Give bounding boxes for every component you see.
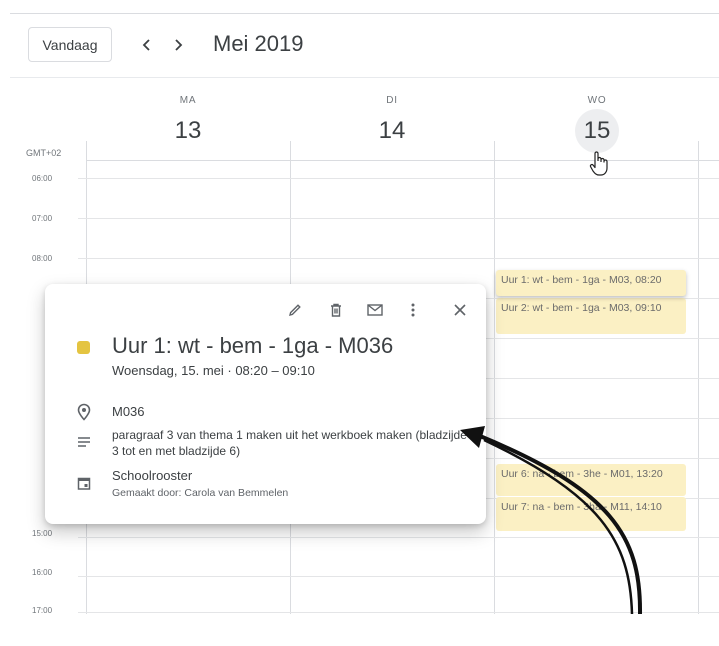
day-of-week-tue: DI (386, 95, 398, 106)
hour-gridline (78, 218, 719, 219)
today-button[interactable]: Vandaag (28, 27, 112, 62)
hour-label: 15:00 (32, 529, 53, 538)
event-title-heading: Uur 1: wt - bem - 1ga - M036 (112, 333, 394, 358)
day-number-15-today[interactable]: 15 (575, 109, 619, 153)
hour-gridline (78, 612, 719, 613)
hour-label: 07:00 (32, 214, 53, 223)
event-detail-popup: Uur 1: wt - bem - 1ga - M036 Woensdag, 1… (45, 284, 486, 524)
header-divider (86, 160, 719, 161)
hour-label: 06:00 (32, 174, 53, 183)
event-title: Uur 6: na - bem - 3he - M01, (501, 468, 634, 480)
next-button[interactable] (164, 30, 192, 60)
event-location: M036 (112, 404, 145, 419)
day-of-week-wed: WO (587, 95, 607, 106)
email-guests-button[interactable] (363, 298, 387, 322)
chevron-right-icon (175, 39, 183, 51)
more-vert-icon (411, 303, 415, 317)
day-of-week-mon: MA (179, 95, 197, 106)
hour-gridline (78, 576, 719, 577)
event-description: paragraaf 3 van thema 1 maken uit het we… (112, 428, 467, 458)
hand-cursor-icon (589, 151, 608, 176)
top-border (10, 13, 719, 14)
hour-label: 08:00 (32, 254, 53, 263)
event-creator: Gemaakt door: Carola van Bemmelen (112, 487, 289, 499)
hour-gridline (78, 258, 719, 259)
event-date-time: Woensdag, 15. mei · 08:20 – 09:10 (112, 363, 315, 378)
calendar-icon (73, 472, 95, 494)
event-uur-2[interactable]: Uur 2: wt - bem - 1ga - M03, 09:10 (496, 298, 686, 334)
edit-button[interactable] (283, 298, 307, 322)
mail-icon (367, 304, 383, 316)
hour-label: 16:00 (32, 568, 53, 577)
close-icon (454, 304, 466, 316)
trash-icon (331, 303, 341, 317)
pencil-icon (289, 304, 301, 316)
event-calendar-name: Schoolrooster (112, 468, 193, 483)
day-number-14[interactable]: 14 (362, 114, 422, 148)
location-pin-icon (73, 401, 95, 423)
delete-button[interactable] (324, 298, 348, 322)
event-title: Uur 7: na - bem - 3ha - M11, (501, 501, 633, 513)
event-time: 08:20 (635, 274, 662, 286)
event-title: Uur 2: wt - bem - 1ga - M03, (501, 302, 633, 314)
timezone-label: GMT+02 (26, 148, 62, 158)
description-icon (73, 431, 95, 453)
toolbar-divider (10, 77, 719, 78)
event-time: 09:10 (635, 302, 662, 314)
month-title: Mei 2019 (213, 31, 304, 56)
more-options-button[interactable] (401, 298, 425, 322)
event-uur-7[interactable]: Uur 7: na - bem - 3ha - M11, 14:10 (496, 497, 686, 531)
event-title: Uur 1: wt - bem - 1ga - M03, (501, 274, 633, 286)
hour-gridline (78, 178, 719, 179)
event-uur-6[interactable]: Uur 6: na - bem - 3he - M01, 13:20 (496, 464, 686, 496)
event-color-swatch (77, 341, 90, 354)
hour-gridline (78, 537, 719, 538)
event-uur-1[interactable]: Uur 1: wt - bem - 1ga - M03, 08:20 (496, 270, 686, 296)
chevron-left-icon (142, 39, 150, 51)
event-time: 14:10 (635, 501, 662, 513)
prev-button[interactable] (133, 30, 161, 60)
hour-label: 17:00 (32, 606, 53, 615)
event-time: 13:20 (636, 468, 663, 480)
close-button[interactable] (448, 298, 472, 322)
day-number-13[interactable]: 13 (158, 114, 218, 148)
